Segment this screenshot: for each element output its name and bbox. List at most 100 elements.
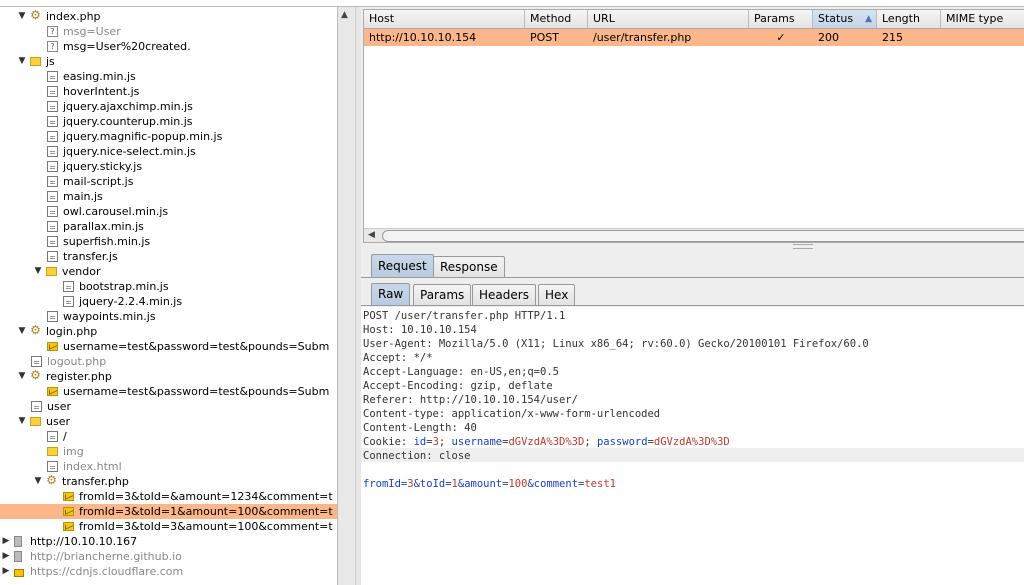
expand-right-icon[interactable]: ▶: [1, 564, 11, 579]
tree-item-label: login.php: [46, 325, 98, 338]
tree-item[interactable]: ▼ ⚙ register.php: [0, 369, 337, 384]
tree-item[interactable]: transfer.js: [0, 249, 337, 264]
tree-item[interactable]: logout.php: [0, 354, 337, 369]
tree-item[interactable]: bootstrap.min.js: [0, 279, 337, 294]
site-map-scrollbar[interactable]: ▲: [337, 7, 355, 585]
expand-down-icon[interactable]: ▼: [17, 54, 27, 69]
unknown-file-icon: ?: [47, 26, 58, 37]
tree-item[interactable]: jquery.sticky.js: [0, 159, 337, 174]
tree-item-label: index.html: [63, 460, 122, 473]
scroll-left-icon[interactable]: ◀: [368, 229, 375, 242]
tree-item[interactable]: owl.carousel.min.js: [0, 204, 337, 219]
tree-item[interactable]: ▼ js: [0, 54, 337, 69]
tab-headers[interactable]: Headers: [472, 284, 536, 305]
tree-item-label: jquery.sticky.js: [63, 160, 143, 173]
table-horizontal-scrollbar[interactable]: ◀: [364, 228, 1024, 242]
tree-item[interactable]: jquery.nice-select.min.js: [0, 144, 337, 159]
tree-item-label: jquery.ajaxchimp.min.js: [63, 100, 193, 113]
file-icon: [47, 431, 58, 442]
tree-item-label: transfer.js: [63, 250, 118, 263]
tree-item[interactable]: img: [0, 444, 337, 459]
header-user-agent: User-Agent: Mozilla/5.0 (X11; Linux x86_…: [363, 338, 869, 350]
column-mime-type[interactable]: MIME type: [941, 10, 1024, 28]
tree-item-label: jquery.counterup.min.js: [63, 115, 193, 128]
tab-raw[interactable]: Raw: [371, 283, 411, 305]
column-url[interactable]: URL: [588, 10, 749, 28]
expand-down-icon[interactable]: ▼: [17, 324, 27, 339]
expand-down-icon[interactable]: ▼: [33, 264, 43, 279]
tree-item[interactable]: fromId=3&toId=3&amount=100&comment=t: [0, 519, 337, 534]
tree-item[interactable]: fromId=3&toId=1&amount=100&comment=t: [0, 504, 337, 519]
cookie-key: password: [596, 436, 648, 448]
expand-down-icon[interactable]: ▼: [17, 369, 27, 384]
expand-right-icon[interactable]: ▶: [1, 549, 11, 564]
settings-gear-icon: ⚙: [30, 8, 41, 22]
tree-item-label: main.js: [63, 190, 103, 203]
tab-params[interactable]: Params: [413, 284, 472, 305]
settings-gear-icon: ⚙: [30, 323, 41, 337]
column-status[interactable]: Status ▲: [813, 10, 877, 28]
pane-resize-grip[interactable]: [793, 244, 813, 249]
tree-item-label: msg=User%20created.: [63, 40, 191, 53]
tree-item[interactable]: jquery.counterup.min.js: [0, 114, 337, 129]
scrollbar-thumb[interactable]: [382, 230, 1024, 242]
tree-item[interactable]: main.js: [0, 189, 337, 204]
tree-item[interactable]: hoverIntent.js: [0, 84, 337, 99]
tree-item[interactable]: index.html: [0, 459, 337, 474]
tree-item[interactable]: ▶ http://briancherne.github.io: [0, 549, 337, 564]
tree-item[interactable]: /: [0, 429, 337, 444]
file-icon: [47, 311, 58, 322]
header-accept: Accept: */*: [363, 352, 433, 364]
tree-item-label: jquery.magnific-popup.min.js: [63, 130, 223, 143]
file-icon: [31, 401, 42, 412]
tree-item[interactable]: parallax.min.js: [0, 219, 337, 234]
tree-item[interactable]: mail-script.js: [0, 174, 337, 189]
tree-item[interactable]: ▶ http://10.10.10.167: [0, 534, 337, 549]
tree-item-label: vendor: [62, 265, 101, 278]
cookie-value: dGVzdA%3D%3D: [653, 436, 730, 448]
tree-item[interactable]: easing.min.js: [0, 69, 337, 84]
request-envelope-icon: [63, 522, 74, 531]
tree-item[interactable]: username=test&password=test&pounds=Subm: [0, 339, 337, 354]
column-method[interactable]: Method: [525, 10, 588, 28]
column-host[interactable]: Host: [364, 10, 525, 28]
tree-item[interactable]: jquery.ajaxchimp.min.js: [0, 99, 337, 114]
cell-host: http://10.10.10.154: [369, 31, 477, 44]
tree-item[interactable]: ▼ ⚙ login.php: [0, 324, 337, 339]
tree-item[interactable]: username=test&password=test&pounds=Subm: [0, 384, 337, 399]
request-envelope-icon: [63, 507, 74, 516]
request-envelope-icon: [47, 387, 58, 396]
raw-request-editor[interactable]: POST /user/transfer.php HTTP/1.1 Host: 1…: [361, 307, 1024, 585]
tree-item[interactable]: ▶ https://cdnjs.cloudflare.com: [0, 564, 337, 579]
tree-item[interactable]: ▼ ⚙ index.php: [0, 9, 337, 24]
tree-item[interactable]: fromId=3&toId=&amount=1234&comment=t: [0, 489, 337, 504]
tree-item[interactable]: jquery-2.2.4.min.js: [0, 294, 337, 309]
tab-hex[interactable]: Hex: [538, 284, 576, 305]
request-response-tabs: Request Response: [361, 251, 1024, 278]
expand-right-icon[interactable]: ▶: [1, 534, 11, 549]
tree-item[interactable]: jquery.magnific-popup.min.js: [0, 129, 337, 144]
tab-request[interactable]: Request: [371, 254, 434, 277]
expand-down-icon[interactable]: ▼: [17, 9, 27, 24]
expand-down-icon[interactable]: ▼: [33, 474, 43, 489]
tree-item[interactable]: superfish.min.js: [0, 234, 337, 249]
cell-length: 215: [882, 31, 903, 44]
tab-response[interactable]: Response: [433, 256, 505, 277]
expand-down-icon[interactable]: ▼: [17, 414, 27, 429]
cookie-value: dGVzdA%3D%3D: [508, 436, 585, 448]
tree-item[interactable]: ▼ vendor: [0, 264, 337, 279]
tree-item[interactable]: waypoints.min.js: [0, 309, 337, 324]
tree-item[interactable]: user: [0, 399, 337, 414]
site-map-tree[interactable]: ▼ ⚙ index.php? msg=User? msg=User%20created.…: [0, 7, 337, 585]
scroll-up-icon[interactable]: ▲: [341, 10, 348, 20]
secure-lock-icon: [14, 569, 24, 577]
tree-item-label: fromId=3&toId=&amount=1234&comment=t: [79, 490, 333, 503]
tree-item[interactable]: ▼ ⚙ transfer.php: [0, 474, 337, 489]
tree-item[interactable]: ? msg=User: [0, 24, 337, 39]
column-params[interactable]: Params: [749, 10, 813, 28]
tree-item-label: index.php: [46, 10, 101, 23]
table-row[interactable]: http://10.10.10.154 POST /user/transfer.…: [364, 29, 1024, 46]
tree-item[interactable]: ? msg=User%20created.: [0, 39, 337, 54]
column-length[interactable]: Length: [877, 10, 941, 28]
tree-item[interactable]: ▼ user: [0, 414, 337, 429]
